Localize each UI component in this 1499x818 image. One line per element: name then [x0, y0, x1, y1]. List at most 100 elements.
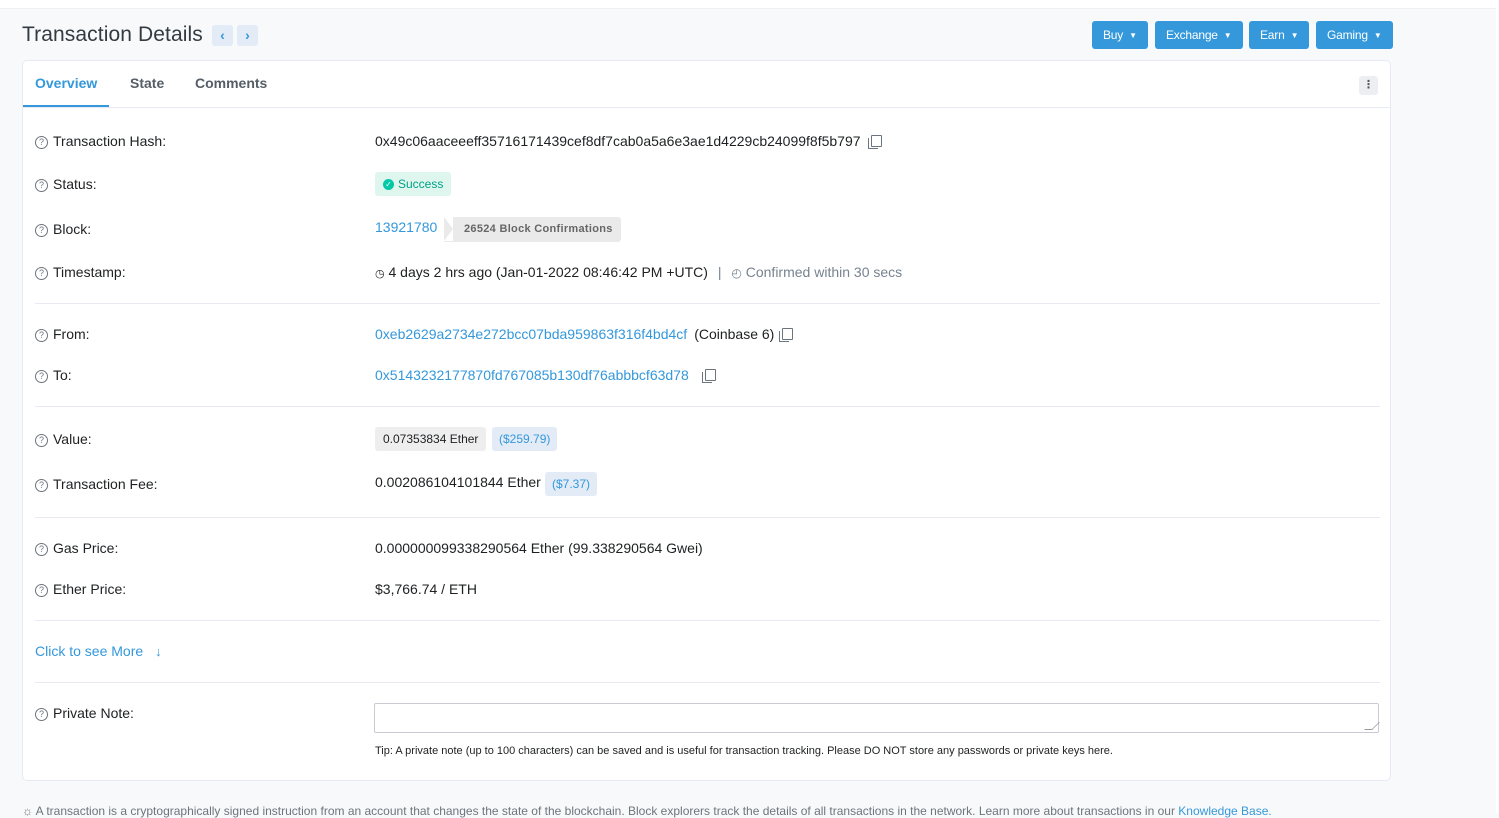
- timer-icon: ◴: [731, 266, 742, 280]
- from-label: ? From:: [35, 326, 90, 343]
- chevron-left-icon: ‹: [220, 27, 225, 43]
- label-text: Transaction Hash:: [53, 133, 167, 149]
- label-text: Block:: [53, 221, 92, 237]
- section-divider: [35, 620, 1380, 621]
- help-icon[interactable]: ?: [35, 179, 48, 192]
- label-text: To:: [53, 367, 72, 383]
- to-label: ? To:: [35, 367, 72, 384]
- label-text: Gas Price:: [53, 540, 119, 556]
- label-text: Status:: [53, 176, 97, 192]
- buy-menu-button[interactable]: Buy ▼: [1092, 21, 1148, 49]
- ether-price-value: $3,766.74 / ETH: [375, 581, 477, 597]
- label-text: From:: [53, 326, 90, 342]
- divider: |: [717, 264, 722, 280]
- page-title: Transaction Details: [22, 23, 203, 46]
- help-icon[interactable]: ?: [35, 584, 48, 597]
- exchange-label: Exchange: [1166, 28, 1218, 42]
- gaming-menu-button[interactable]: Gaming ▼: [1316, 21, 1393, 49]
- block-confirmations-badge: 26524 Block Confirmations: [444, 217, 621, 242]
- next-transaction-button[interactable]: ›: [237, 25, 258, 46]
- timestamp-value: ◷ 4 days 2 hrs ago (Jan-01-2022 08:46:42…: [375, 264, 902, 280]
- private-note-input[interactable]: [374, 703, 1380, 733]
- section-divider: [35, 303, 1380, 304]
- chevron-down-icon: ▼: [1223, 31, 1232, 40]
- to-address-link[interactable]: 0x5143232177870fd767085b130df76abbbcf63d…: [375, 367, 689, 383]
- value-usd-badge: ($259.79): [492, 427, 558, 451]
- chevron-down-icon: ▼: [1373, 31, 1382, 40]
- help-icon[interactable]: ?: [35, 224, 48, 237]
- label-text: Ether Price:: [53, 581, 127, 597]
- label-text: Timestamp:: [53, 264, 126, 280]
- copy-icon[interactable]: [867, 135, 882, 149]
- label-text: Private Note:: [53, 705, 134, 721]
- section-divider: [35, 406, 1380, 407]
- earn-label: Earn: [1260, 28, 1285, 42]
- buy-label: Buy: [1103, 28, 1124, 42]
- help-icon[interactable]: ?: [35, 267, 48, 280]
- private-note-tip: Tip: A private note (up to 100 character…: [375, 745, 1113, 757]
- prev-transaction-button[interactable]: ‹: [212, 25, 233, 46]
- transaction-hash-label: ? Transaction Hash:: [35, 133, 166, 150]
- label-text: Transaction Fee:: [53, 476, 158, 492]
- footer-text: A transaction is a cryptographically sig…: [35, 804, 1175, 818]
- block-label: ? Block:: [35, 221, 91, 238]
- block-number-link[interactable]: 13921780: [375, 219, 437, 235]
- transaction-fee-value: 0.002086104101844 Ether: [375, 474, 541, 490]
- section-divider: [35, 517, 1380, 518]
- help-icon[interactable]: ?: [35, 708, 48, 721]
- lightbulb-icon: ☼: [22, 804, 33, 818]
- confirmed-text: Confirmed within 30 secs: [745, 264, 903, 280]
- transaction-card: Overview State Comments ⋮ ? Transaction H…: [22, 60, 1391, 781]
- tabs-divider: [23, 107, 1390, 108]
- help-icon[interactable]: ?: [35, 136, 48, 149]
- help-icon[interactable]: ?: [35, 479, 48, 492]
- arrow-down-icon: ↓: [155, 644, 162, 659]
- clock-icon: ◷: [375, 268, 385, 280]
- knowledge-base-link[interactable]: Knowledge Base.: [1178, 804, 1271, 818]
- timestamp-label: ? Timestamp:: [35, 264, 126, 281]
- top-navbar-edge: [0, 0, 1499, 9]
- gaming-label: Gaming: [1327, 28, 1368, 42]
- footer-info: ☼ A transaction is a cryptographically s…: [22, 804, 1272, 818]
- private-note-label: ? Private Note:: [35, 705, 134, 722]
- ether-price-label: ? Ether Price:: [35, 581, 126, 598]
- help-icon[interactable]: ?: [35, 370, 48, 383]
- more-vertical-icon: ⋮: [1363, 79, 1374, 91]
- status-text: Success: [398, 177, 444, 191]
- from-value: 0xeb2629a2734e272bcc07bda959863f316f4bd4…: [375, 326, 794, 342]
- help-icon[interactable]: ?: [35, 543, 48, 556]
- from-name-tag: (Coinbase 6): [694, 326, 775, 342]
- see-more-text: Click to see More: [35, 643, 144, 659]
- resize-handle-icon[interactable]: [1364, 722, 1380, 730]
- value-ether-badge: 0.07353834 Ether: [375, 427, 487, 451]
- transaction-hash-value: 0x49c06aaceeeff35716171439cef8df7cab0a5a…: [375, 133, 882, 149]
- earn-menu-button[interactable]: Earn ▼: [1249, 21, 1310, 49]
- help-icon[interactable]: ?: [35, 434, 48, 447]
- hash-text: 0x49c06aaceeeff35716171439cef8df7cab0a5a…: [375, 133, 861, 149]
- chevron-down-icon: ▼: [1290, 31, 1299, 40]
- from-address-link[interactable]: 0xeb2629a2734e272bcc07bda959863f316f4bd4…: [375, 326, 687, 342]
- label-text: Value:: [53, 431, 92, 447]
- check-circle-icon: ✓: [383, 179, 394, 190]
- section-divider: [35, 682, 1380, 683]
- copy-icon[interactable]: [779, 328, 794, 342]
- transaction-fee-label: ? Transaction Fee:: [35, 476, 158, 493]
- value-label: ? Value:: [35, 431, 92, 448]
- tab-comments[interactable]: Comments: [195, 75, 267, 91]
- to-value: 0x5143232177870fd767085b130df76abbbcf63d…: [375, 367, 716, 383]
- tab-state[interactable]: State: [130, 75, 164, 91]
- see-more-link[interactable]: Click to see More ↓: [35, 643, 162, 659]
- more-options-button[interactable]: ⋮: [1359, 76, 1378, 95]
- copy-icon[interactable]: [701, 369, 716, 383]
- gas-price-value: 0.000000099338290564 Ether (99.338290564…: [375, 540, 703, 556]
- status-badge: ✓ Success: [375, 172, 452, 196]
- exchange-menu-button[interactable]: Exchange ▼: [1155, 21, 1243, 49]
- gas-price-label: ? Gas Price:: [35, 540, 118, 557]
- tab-overview[interactable]: Overview: [35, 75, 97, 91]
- chevron-down-icon: ▼: [1129, 31, 1137, 40]
- help-icon[interactable]: ?: [35, 329, 48, 342]
- status-label: ? Status:: [35, 176, 97, 193]
- fee-usd-badge: ($7.37): [545, 472, 598, 496]
- chevron-right-icon: ›: [245, 27, 250, 43]
- timestamp-text: 4 days 2 hrs ago (Jan-01-2022 08:46:42 P…: [388, 264, 708, 280]
